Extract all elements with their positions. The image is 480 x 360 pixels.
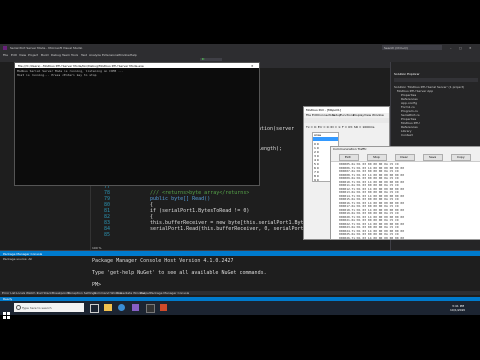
clear-button[interactable]: Clear xyxy=(395,154,415,161)
close-button[interactable]: ✕ xyxy=(469,46,475,50)
search-box[interactable]: Search (Ctrl+Q) xyxy=(382,45,442,50)
file-explorer-icon[interactable] xyxy=(104,304,112,311)
communication-traffic-window[interactable]: Communication Traffic Exit Stop Clear Sa… xyxy=(330,146,480,240)
console-line: Package Manager Console Host Version 4.1… xyxy=(92,258,234,264)
code-line: public byte[] Read() xyxy=(150,196,211,202)
solution-explorer-title: Solution Explorer xyxy=(394,72,420,76)
modbus-status-header: Tx = 0: Err = 0: ID = 1: F = 03: SR = 10… xyxy=(306,125,375,129)
tab-package-manager-console[interactable]: Package Manager Console xyxy=(150,291,189,295)
traffic-toolbar: Communication Traffic Exit Stop Clear Sa… xyxy=(331,147,480,162)
modbus-menu-view[interactable]: View xyxy=(364,113,371,117)
panel-title: Package Manager Console xyxy=(3,252,43,256)
exit-button[interactable]: Exit xyxy=(339,154,359,161)
traffic-title: Communication Traffic xyxy=(333,147,367,151)
taskbar-search-box[interactable]: Type here to search xyxy=(14,303,84,312)
line-number: 85 xyxy=(104,232,111,238)
search-icon xyxy=(16,305,21,310)
bottom-tab-bar: Error List Locals Watch 1 Call Stack Bre… xyxy=(0,291,480,295)
traffic-line: 000026-Tx:01 03 14 00 00 00 00 00 00 xyxy=(339,235,405,240)
modbus-menu-file[interactable]: File xyxy=(306,113,311,117)
browser-icon[interactable] xyxy=(118,304,125,311)
modbus-menu-bar: File Edit Connection Setup Functions Dis… xyxy=(304,113,389,117)
tab-output[interactable]: Output xyxy=(140,291,150,295)
console-prompt[interactable]: PM> xyxy=(92,282,101,288)
button-label: Copy xyxy=(457,155,465,159)
table-row[interactable] xyxy=(313,137,338,141)
code-line: if (serialPort1.BytesToRead != 0) xyxy=(150,208,250,214)
tab-locals[interactable]: Locals xyxy=(16,291,25,295)
save-button[interactable]: Save xyxy=(423,154,443,161)
window-title: Serial Port Server Mode - Microsoft Visu… xyxy=(10,46,83,50)
search-placeholder: Search (Ctrl+Q) xyxy=(384,46,408,50)
vs-logo-icon xyxy=(3,46,7,50)
clock-date[interactable]: 10/1/2020 xyxy=(450,308,465,312)
app-taskbar-icon[interactable] xyxy=(160,304,167,311)
modbus-poll-title: Modbus Poll - [Mbpoll1] xyxy=(306,108,341,112)
button-label: Exit xyxy=(345,155,351,159)
console-title-bar: file:///C:/Users/...Modbus RTU Server Mo… xyxy=(15,63,259,68)
tab-exception-settings[interactable]: Exception Settings xyxy=(68,291,96,295)
traffic-log[interactable]: 000005-Rx:01 03 00 00 00 0A C5 CD 000006… xyxy=(331,162,480,240)
minimize-button[interactable]: – xyxy=(450,46,456,50)
title-bar: Serial Port Server Mode - Microsoft Visu… xyxy=(0,44,480,52)
stop-button[interactable]: Stop xyxy=(367,154,387,161)
button-label: Clear xyxy=(400,155,408,159)
maximize-button[interactable]: □ xyxy=(459,46,465,50)
tree-item[interactable]: Context xyxy=(401,133,413,137)
console-close-button[interactable]: ✕ xyxy=(251,64,254,68)
console-line: Type 'get-help NuGet' to see all availab… xyxy=(92,270,267,276)
modbus-menu-window[interactable]: Window xyxy=(372,113,384,117)
modbus-menu-edit[interactable]: Edit xyxy=(312,113,318,117)
code-fragment: ation(server xyxy=(258,126,295,132)
taskbar-search-placeholder: Type here to search xyxy=(22,306,52,310)
modbus-menu-display[interactable]: Display xyxy=(353,113,364,117)
windows-start-icon[interactable] xyxy=(3,304,10,319)
taskbar: Type here to search 3:41 PM 10/1/2020 xyxy=(0,301,480,319)
modbus-toolbar xyxy=(304,118,389,123)
solution-search-input[interactable] xyxy=(394,78,478,82)
console-taskbar-icon[interactable] xyxy=(146,304,155,313)
visual-studio-taskbar-icon[interactable] xyxy=(132,304,139,311)
panel-title-bar: Package Manager Console xyxy=(0,251,480,256)
copy-button[interactable]: Copy xyxy=(451,154,471,161)
button-label: Stop xyxy=(373,155,380,159)
console-window[interactable]: file:///C:/Users/...Modbus RTU Server Mo… xyxy=(14,62,260,186)
console-title: file:///C:/Users/...Modbus RTU Server Mo… xyxy=(18,64,144,68)
play-icon xyxy=(202,58,205,60)
package-source-select[interactable]: Package source: All xyxy=(3,257,32,261)
tab-error-list[interactable]: Error List xyxy=(2,291,16,295)
button-label: Save xyxy=(429,155,437,159)
tab-call-stack[interactable]: Call Stack xyxy=(37,291,52,295)
start-button[interactable] xyxy=(200,58,222,61)
console-output-line: Host is running... Press <Enter> key to … xyxy=(17,73,97,77)
task-view-icon[interactable] xyxy=(90,304,99,313)
code-fragment: Length); xyxy=(258,146,283,152)
